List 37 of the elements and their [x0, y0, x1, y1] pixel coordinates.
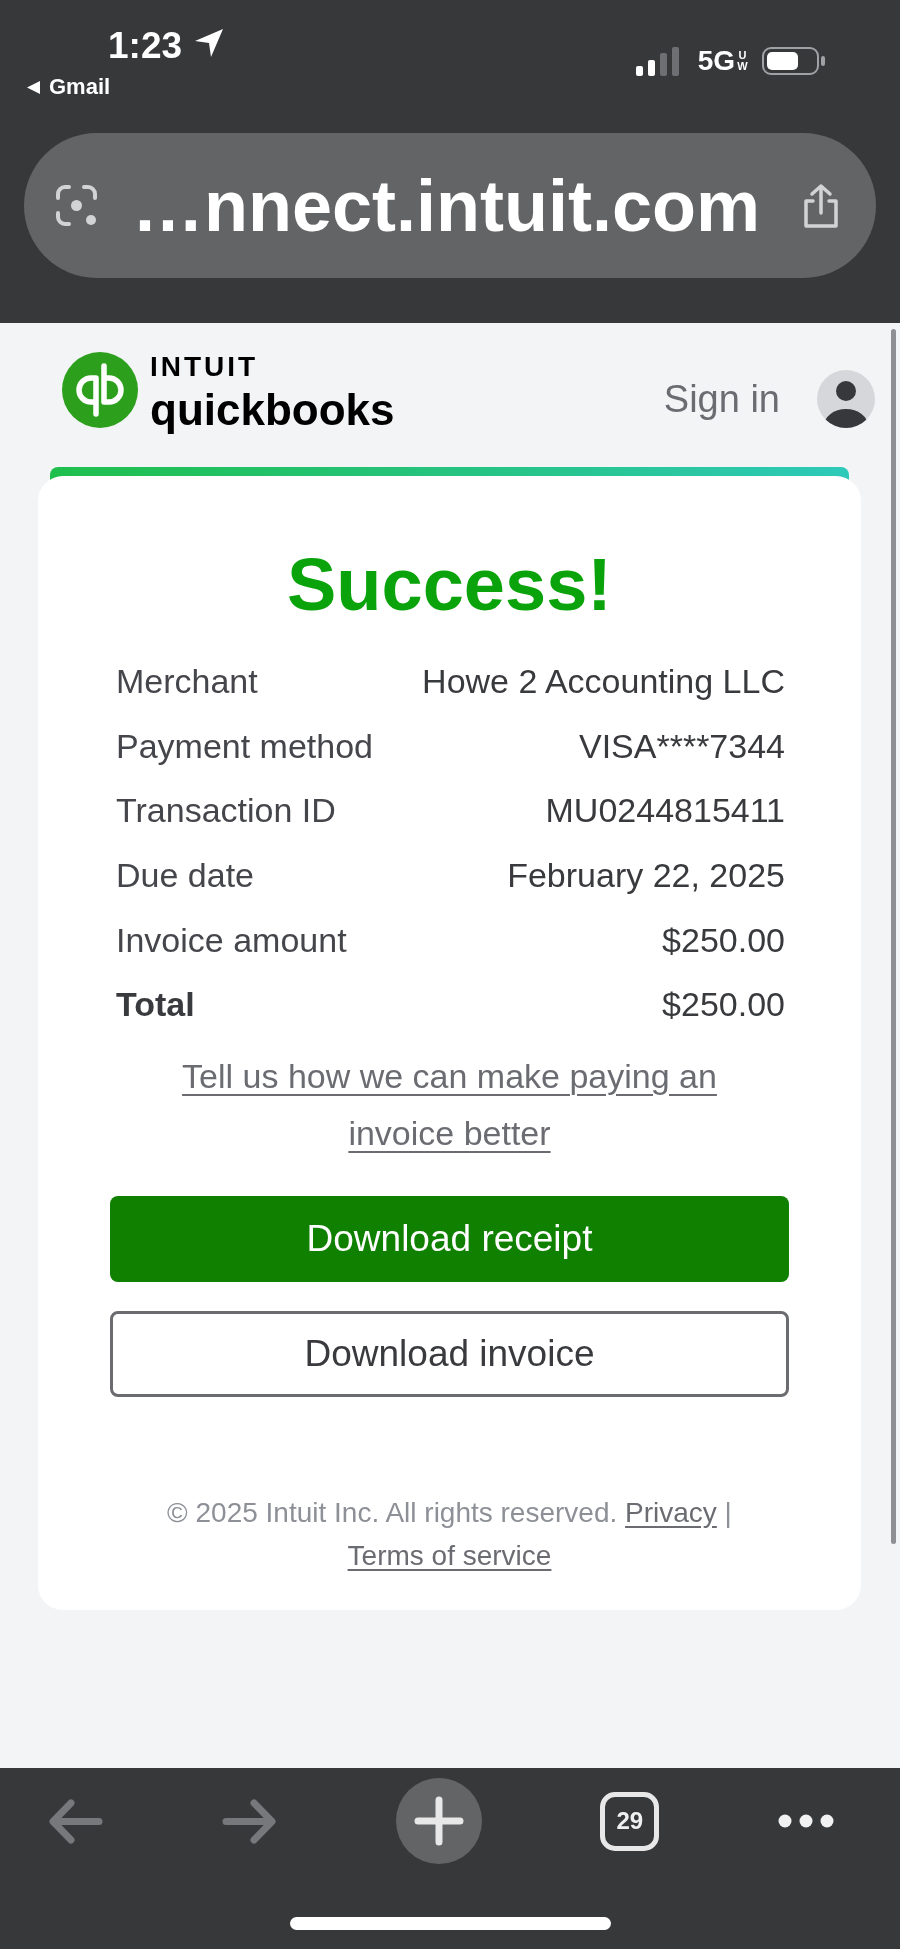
- detail-label: Total: [116, 984, 195, 1026]
- avatar-icon[interactable]: [817, 370, 875, 428]
- detail-value: $250.00: [662, 919, 785, 961]
- network-label: 5G: [697, 46, 735, 76]
- back-to-app-button[interactable]: Gmail: [27, 74, 111, 100]
- detail-label: Merchant: [116, 661, 258, 703]
- product-name: quickbooks: [150, 387, 395, 433]
- detail-value: VISA****7344: [578, 725, 785, 767]
- detail-value: February 22, 2025: [507, 855, 785, 897]
- back-triangle-icon: [27, 80, 40, 94]
- download-receipt-button[interactable]: Download receipt: [110, 1195, 789, 1282]
- battery-icon: [762, 47, 826, 75]
- detail-label: Transaction ID: [116, 790, 336, 832]
- detail-label: Invoice amount: [116, 919, 347, 961]
- status-time: 1:23: [108, 24, 183, 68]
- more-icon[interactable]: [778, 1814, 834, 1828]
- privacy-link[interactable]: Privacy: [625, 1496, 717, 1528]
- brand-name: INTUIT: [150, 353, 259, 381]
- download-invoice-button[interactable]: Download invoice: [110, 1310, 789, 1397]
- detail-value: $250.00: [662, 984, 785, 1026]
- success-heading: Success!: [287, 548, 612, 622]
- detail-label: Payment method: [116, 725, 374, 767]
- plus-icon[interactable]: [395, 1778, 482, 1864]
- copyright-notice: © 2025 Intuit Inc. All rights reserved. Privacy | Terms of service: [166, 1495, 733, 1573]
- network-suffix-label: UW: [737, 50, 748, 72]
- sign-in-link[interactable]: Sign in: [663, 377, 780, 421]
- logo-icon[interactable]: [62, 352, 138, 428]
- detail-label: Due date: [116, 855, 254, 897]
- tabs-button[interactable]: 29: [600, 1791, 660, 1851]
- signal-icon: [635, 46, 682, 76]
- detail-value: Howe 2 Accounting LLC: [422, 661, 785, 703]
- terms-link[interactable]: Terms of service: [347, 1539, 552, 1571]
- location-arrow-icon: [194, 28, 225, 58]
- feedback-link[interactable]: Tell us how we can make paying an invoice better: [144, 1047, 755, 1162]
- address-bar[interactable]: …nnect.intuit.com: [24, 133, 876, 278]
- lens-icon[interactable]: [55, 184, 98, 227]
- detail-value: MU0244815411: [545, 790, 785, 832]
